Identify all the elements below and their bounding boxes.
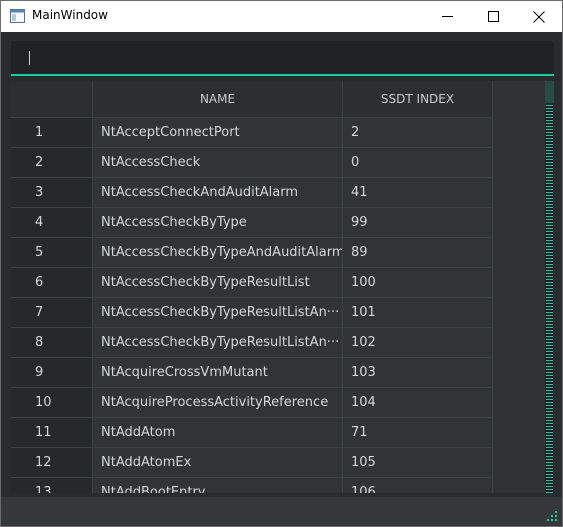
cell-ssdt-index[interactable]: 106	[343, 478, 493, 493]
row-index: 3	[11, 178, 93, 208]
row-index: 12	[11, 448, 93, 478]
row-index: 1	[11, 118, 93, 148]
close-button[interactable]	[516, 1, 562, 32]
table-row[interactable]: 7 NtAccessCheckByTypeResultListAn··· 101	[11, 298, 493, 328]
cell-name[interactable]: NtAddAtom	[93, 418, 343, 448]
title-bar[interactable]: MainWindow	[1, 1, 562, 32]
row-index: 11	[11, 418, 93, 448]
table-row[interactable]: 6 NtAccessCheckByTypeResultList 100	[11, 268, 493, 298]
table-row[interactable]: 4 NtAccessCheckByType 99	[11, 208, 493, 238]
cell-ssdt-index[interactable]: 103	[343, 358, 493, 388]
cell-ssdt-index[interactable]: 99	[343, 208, 493, 238]
scroll-up-area[interactable]	[545, 81, 554, 103]
cell-name[interactable]: NtAddAtomEx	[93, 448, 343, 478]
cell-ssdt-index[interactable]: 0	[343, 148, 493, 178]
table-row[interactable]: 10 NtAcquireProcessActivityReference 104	[11, 388, 493, 418]
ssdt-table: NAME SSDT INDEX 1 NtAcceptConnectPort 2 …	[11, 81, 554, 493]
close-icon	[533, 10, 545, 23]
search-input[interactable]	[11, 41, 554, 74]
text-caret	[29, 51, 30, 65]
maximize-icon	[487, 11, 499, 22]
cell-ssdt-index[interactable]: 105	[343, 448, 493, 478]
table-row[interactable]: 11 NtAddAtom 71	[11, 418, 493, 448]
row-index: 10	[11, 388, 93, 418]
cell-ssdt-index[interactable]: 101	[343, 298, 493, 328]
cell-name[interactable]: NtAccessCheckByTypeAndAuditAlarm	[93, 238, 343, 268]
row-index: 5	[11, 238, 93, 268]
table-row[interactable]: 9 NtAcquireCrossVmMutant 103	[11, 358, 493, 388]
header-corner[interactable]	[11, 81, 93, 118]
table-row[interactable]: 1 NtAcceptConnectPort 2	[11, 118, 493, 148]
cell-name[interactable]: NtAcquireCrossVmMutant	[93, 358, 343, 388]
cell-name[interactable]: NtAccessCheckByTypeResultListAn···	[93, 328, 343, 358]
resize-grip-icon[interactable]	[546, 510, 558, 522]
row-index: 4	[11, 208, 93, 238]
cell-name[interactable]: NtAccessCheck	[93, 148, 343, 178]
table-row[interactable]: 8 NtAccessCheckByTypeResultListAn··· 102	[11, 328, 493, 358]
row-index: 8	[11, 328, 93, 358]
table-row[interactable]: 3 NtAccessCheckAndAuditAlarm 41	[11, 178, 493, 208]
table-row[interactable]: 12 NtAddAtomEx 105	[11, 448, 493, 478]
row-index: 2	[11, 148, 93, 178]
cell-ssdt-index[interactable]: 102	[343, 328, 493, 358]
scrollbar-thumb[interactable]	[546, 105, 553, 493]
vertical-scrollbar[interactable]	[545, 81, 554, 493]
cell-name[interactable]: NtAccessCheckByTypeResultList	[93, 268, 343, 298]
window-icon	[10, 9, 25, 23]
cell-ssdt-index[interactable]: 71	[343, 418, 493, 448]
cell-ssdt-index[interactable]: 2	[343, 118, 493, 148]
cell-name[interactable]: NtAccessCheckByTypeResultListAn···	[93, 298, 343, 328]
cell-name[interactable]: NtAcquireProcessActivityReference	[93, 388, 343, 418]
maximize-button[interactable]	[470, 1, 516, 32]
cell-name[interactable]: NtAcceptConnectPort	[93, 118, 343, 148]
cell-ssdt-index[interactable]: 89	[343, 238, 493, 268]
row-index: 13	[11, 478, 93, 493]
status-bar	[1, 497, 562, 526]
cell-name[interactable]: NtAccessCheckAndAuditAlarm	[93, 178, 343, 208]
cell-name[interactable]: NtAddBootEntry	[93, 478, 343, 493]
minimize-icon	[441, 16, 453, 17]
table-row[interactable]: 13 NtAddBootEntry 106	[11, 478, 493, 493]
cell-name[interactable]: NtAccessCheckByType	[93, 208, 343, 238]
row-index: 7	[11, 298, 93, 328]
cell-ssdt-index[interactable]: 41	[343, 178, 493, 208]
table-row[interactable]: 2 NtAccessCheck 0	[11, 148, 493, 178]
minimize-button[interactable]	[424, 1, 470, 32]
column-header-name[interactable]: NAME	[93, 81, 343, 118]
window-title: MainWindow	[32, 8, 108, 22]
search-box	[11, 41, 554, 76]
table-row[interactable]: 5 NtAccessCheckByTypeAndAuditAlarm 89	[11, 238, 493, 268]
main-window: MainWindow NAME SSDT INDEX 1 NtAcceptCon…	[0, 0, 563, 527]
cell-ssdt-index[interactable]: 100	[343, 268, 493, 298]
row-index: 9	[11, 358, 93, 388]
column-header-ssdt-index[interactable]: SSDT INDEX	[343, 81, 493, 118]
row-index: 6	[11, 268, 93, 298]
cell-ssdt-index[interactable]: 104	[343, 388, 493, 418]
